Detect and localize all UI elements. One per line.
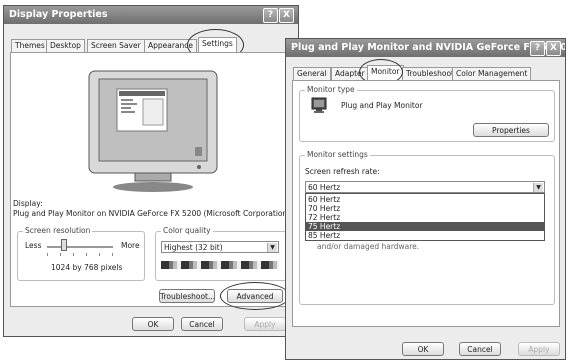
refresh-rate-select[interactable]: 60 Hertz ▼ [305,181,545,193]
display-value: Plug and Play Monitor on NVIDIA GeForce … [13,209,291,218]
monitor-settings-legend: Monitor settings [305,150,370,159]
color-quality-group [155,231,287,281]
resolution-ticks [47,253,113,256]
highlight-circle-advanced [220,282,290,310]
close-button[interactable]: X [546,41,561,56]
ok-button[interactable]: OK [132,317,174,331]
color-quality-legend: Color quality [161,226,213,235]
monitor-panel: Monitor type Plug and Play Monitor Prope… [292,80,560,327]
chevron-down-icon: ▼ [533,183,543,192]
resolution-slider-track [47,246,113,248]
chevron-down-icon: ▼ [267,243,277,252]
tab-themes[interactable]: Themes [11,39,49,52]
refresh-option[interactable]: 85 Hertz [306,231,544,240]
screen-resolution-legend: Screen resolution [23,226,93,235]
monitor-name: Plug and Play Monitor [341,101,423,110]
tab-desktop[interactable]: Desktop [46,39,85,52]
monitor-properties-window: Plug and Play Monitor and NVIDIA GeForce… [285,38,566,360]
resolution-slider-thumb[interactable] [61,239,67,251]
tab-general[interactable]: General [293,67,331,80]
refresh-option[interactable]: 72 Hertz [306,213,544,222]
refresh-option[interactable]: 70 Hertz [306,204,544,213]
close-button[interactable]: X [279,8,294,23]
refresh-option[interactable]: 60 Hertz [306,195,544,204]
refresh-rate-label: Screen refresh rate: [305,167,380,176]
window-title: Plug and Play Monitor and NVIDIA GeForce… [291,42,565,53]
monitor-preview-icon [88,70,218,192]
color-bar [161,261,279,269]
cancel-button[interactable]: Cancel [181,317,223,331]
monitor-icon [311,97,327,113]
troubleshoot-button[interactable]: Troubleshoot... [159,289,215,303]
more-label: More [121,241,140,250]
tab-screen-saver[interactable]: Screen Saver [87,39,145,52]
tab-troubleshoot[interactable]: Troubleshoot [402,67,458,80]
ok-button[interactable]: OK [402,342,444,356]
tab-color-management[interactable]: Color Management [452,67,532,80]
color-quality-select[interactable]: Highest (32 bit) ▼ [161,241,279,253]
less-label: Less [25,241,42,250]
monitor-type-legend: Monitor type [305,85,357,94]
settings-panel: Display: Plug and Play Monitor on NVIDIA… [10,52,293,310]
apply-button[interactable]: Apply [244,317,286,331]
refresh-option-selected[interactable]: 75 Hertz [306,222,544,231]
display-label: Display: [13,199,43,208]
resolution-value: 1024 by 768 pixels [51,263,123,272]
refresh-rate-value: 60 Hertz [308,183,341,192]
display-properties-titlebar[interactable]: Display Properties [4,6,298,24]
help-button[interactable]: ? [530,41,545,56]
apply-button[interactable]: Apply [518,342,560,356]
hidden-modes-text-fragment: and/or damaged hardware. [317,242,420,251]
properties-button[interactable]: Properties [473,123,549,137]
display-properties-window: Display Properties ? X Themes Desktop Sc… [3,5,299,337]
window-title: Display Properties [9,9,108,20]
help-button[interactable]: ? [263,8,278,23]
color-quality-value: Highest (32 bit) [164,243,223,252]
cancel-button[interactable]: Cancel [459,342,501,356]
monitor-properties-titlebar[interactable]: Plug and Play Monitor and NVIDIA GeForce… [286,39,565,57]
refresh-rate-dropdown-list: 60 Hertz 70 Hertz 72 Hertz 75 Hertz 85 H… [305,193,545,241]
